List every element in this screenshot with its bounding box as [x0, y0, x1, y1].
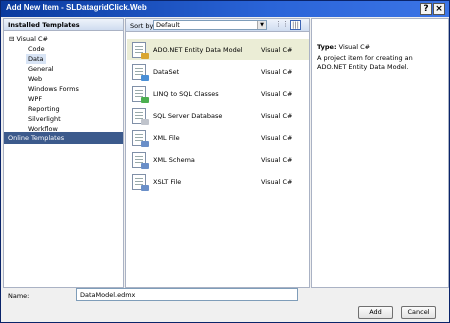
template-row-xslt-file[interactable]: XSLT File Visual C# — [127, 171, 309, 192]
template-type-info: Type: Visual C# — [317, 43, 370, 51]
xml-file-icon — [132, 130, 149, 147]
tree-item-code[interactable]: Code — [28, 44, 45, 54]
sort-by-dropdown[interactable]: Default ▼ — [153, 20, 267, 30]
sort-by-value: Default — [156, 21, 180, 29]
tree-item-silverlight[interactable]: Silverlight — [28, 114, 61, 124]
linq-to-sql-icon — [132, 86, 149, 103]
details-view-icon[interactable]: ||| — [290, 20, 301, 30]
template-row-ado-net-entity-data-model[interactable]: ADO.NET Entity Data Model Visual C# — [127, 39, 309, 60]
template-name: LINQ to SQL Classes — [153, 90, 219, 98]
title-bar: Add New Item - SLDatagridClick.Web ? × — [1, 1, 449, 17]
collapse-icon[interactable]: ⊟ — [9, 35, 14, 43]
template-row-dataset[interactable]: DataSet Visual C# — [127, 61, 309, 82]
dataset-icon — [132, 64, 149, 81]
template-type: Visual C# — [261, 178, 293, 186]
template-name: XML Schema — [153, 156, 195, 164]
template-type: Visual C# — [261, 90, 293, 98]
sort-by-label: Sort by: — [130, 22, 156, 30]
tree-item-windows-forms[interactable]: Windows Forms — [28, 84, 79, 94]
tree-item-wpf[interactable]: WPF — [28, 94, 42, 104]
window-title: Add New Item - SLDatagridClick.Web — [6, 3, 147, 12]
sql-database-icon — [132, 108, 149, 125]
template-name: XML File — [153, 134, 180, 142]
template-type: Visual C# — [261, 134, 293, 142]
type-label: Type: — [317, 43, 337, 51]
template-type: Visual C# — [261, 46, 293, 54]
tree-item-reporting[interactable]: Reporting — [28, 104, 60, 114]
template-name: SQL Server Database — [153, 112, 223, 120]
add-new-item-dialog: Add New Item - SLDatagridClick.Web ? × I… — [0, 0, 450, 323]
template-type: Visual C# — [261, 68, 293, 76]
tree-root-label: Visual C# — [16, 35, 48, 43]
tree-item-general[interactable]: General — [28, 64, 54, 74]
type-value: Visual C# — [338, 43, 371, 51]
templates-tree-pane: Installed Templates ⊟ Visual C# Code Dat… — [3, 18, 124, 288]
template-row-xml-schema[interactable]: XML Schema Visual C# — [127, 149, 309, 170]
template-description: A project item for creating an ADO.NET E… — [317, 54, 413, 71]
template-row-linq-to-sql[interactable]: LINQ to SQL Classes Visual C# — [127, 83, 309, 104]
close-button[interactable]: × — [433, 3, 445, 15]
templates-list-pane: Sort by: Default ▼ ⋮⋮ ||| ADO.NET Entity… — [125, 18, 310, 288]
template-type: Visual C# — [261, 112, 293, 120]
template-name: ADO.NET Entity Data Model — [153, 46, 243, 54]
name-label: Name: — [8, 292, 30, 300]
help-button[interactable]: ? — [420, 3, 432, 15]
installed-templates-header[interactable]: Installed Templates — [4, 19, 123, 31]
xslt-file-icon — [132, 174, 149, 191]
template-name: XSLT File — [153, 178, 182, 186]
name-input[interactable]: DataModel.edmx — [76, 288, 298, 301]
chevron-down-icon[interactable]: ▼ — [257, 21, 266, 29]
xml-schema-icon — [132, 152, 149, 169]
template-description-pane: Type: Visual C# A project item for creat… — [311, 18, 449, 288]
online-templates-header[interactable]: Online Templates — [4, 132, 123, 144]
template-row-sql-server-database[interactable]: SQL Server Database Visual C# — [127, 105, 309, 126]
tree-item-web[interactable]: Web — [28, 74, 42, 84]
template-row-xml-file[interactable]: XML File Visual C# — [127, 127, 309, 148]
tree-item-data[interactable]: Data — [26, 54, 46, 64]
template-name: DataSet — [153, 68, 180, 76]
list-view-icon[interactable]: ⋮⋮ — [275, 20, 289, 30]
entity-data-model-icon — [132, 42, 149, 59]
tree-root-visual-csharp[interactable]: ⊟ Visual C# — [9, 35, 48, 43]
add-button[interactable]: Add — [358, 306, 393, 319]
cancel-button[interactable]: Cancel — [401, 306, 436, 319]
template-type: Visual C# — [261, 156, 293, 164]
sort-toolbar: Sort by: Default ▼ ⋮⋮ ||| — [126, 19, 309, 32]
